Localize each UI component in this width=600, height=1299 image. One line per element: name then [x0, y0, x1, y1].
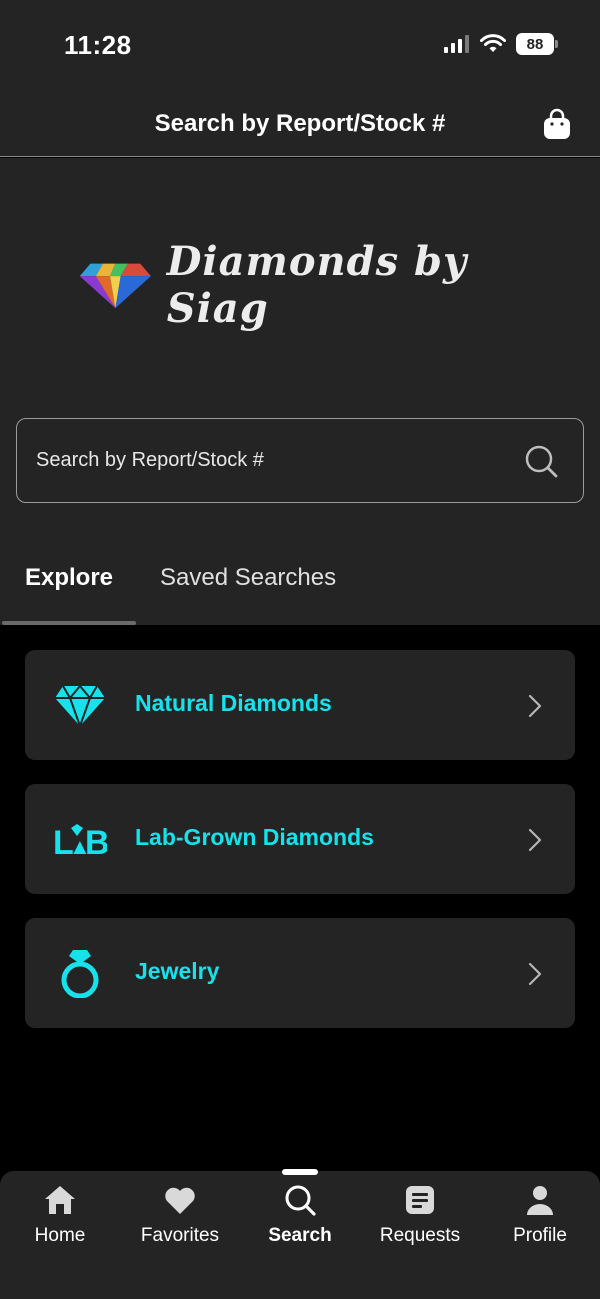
search-icon: [285, 1185, 316, 1216]
app-screen: 11:28 88 Search by Report/Stock # Diamon…: [0, 0, 600, 1299]
category-natural-diamonds[interactable]: Natural Diamonds: [25, 650, 575, 760]
category-label: Natural Diamonds: [135, 690, 332, 716]
brand-logo: Diamonds by Siag: [78, 238, 538, 332]
bottom-nav: Home Favorites Search Requests Profile: [0, 1169, 600, 1299]
heart-icon: [165, 1187, 195, 1214]
logo-text: Diamonds by Siag: [166, 238, 468, 332]
nav-label: Requests: [379, 1225, 461, 1246]
chevron-right-icon: [528, 694, 542, 718]
wifi-icon: [480, 34, 506, 52]
page-title: Search by Report/Stock #: [154, 110, 446, 137]
search-input[interactable]: Search by Report/Stock #: [16, 418, 584, 503]
battery-icon: 88: [516, 33, 558, 55]
nav-search[interactable]: Search: [240, 1183, 360, 1263]
nav-active-indicator: [282, 1169, 318, 1175]
diamond-logo-icon: [79, 263, 151, 309]
svg-text:B: B: [85, 824, 107, 862]
nav-label: Home: [34, 1225, 86, 1246]
category-label: Lab-Grown Diamonds: [135, 824, 374, 850]
chevron-right-icon: [528, 828, 542, 852]
home-icon: [45, 1186, 75, 1214]
shopping-bag-icon[interactable]: [542, 108, 572, 140]
tab-bar: Explore Saved Searches: [0, 560, 600, 625]
nav-home[interactable]: Home: [0, 1183, 120, 1263]
status-bar: 11:28 88: [0, 0, 600, 90]
nav-label: Favorites: [140, 1225, 220, 1246]
category-label: Jewelry: [135, 958, 220, 984]
search-panel: Diamonds by Siag Search by Report/Stock …: [0, 158, 600, 625]
nav-profile[interactable]: Profile: [480, 1183, 600, 1263]
chevron-right-icon: [528, 962, 542, 986]
nav-label: Profile: [513, 1225, 567, 1246]
lab-icon: L ▲ B: [53, 824, 107, 862]
status-time: 11:28: [64, 30, 132, 60]
battery-level: 88: [526, 35, 544, 53]
category-jewelry[interactable]: Jewelry: [25, 918, 575, 1028]
nav-favorites[interactable]: Favorites: [120, 1183, 240, 1263]
nav-label: Search: [268, 1225, 332, 1246]
search-placeholder: Search by Report/Stock #: [36, 449, 264, 471]
tab-saved-searches[interactable]: Saved Searches: [160, 564, 336, 592]
category-lab-grown-diamonds[interactable]: L ▲ B Lab-Grown Diamonds: [25, 784, 575, 894]
search-icon[interactable]: [523, 443, 559, 479]
tab-explore[interactable]: Explore: [25, 564, 113, 592]
requests-icon: [406, 1186, 434, 1214]
status-icons: 88: [444, 33, 558, 55]
signal-icon: [444, 35, 469, 53]
ring-icon: [61, 950, 99, 998]
app-header: Search by Report/Stock #: [0, 90, 600, 157]
profile-icon: [527, 1186, 553, 1215]
tab-indicator: [2, 621, 136, 625]
nav-requests[interactable]: Requests: [360, 1183, 480, 1263]
diamond-icon: [55, 684, 105, 729]
